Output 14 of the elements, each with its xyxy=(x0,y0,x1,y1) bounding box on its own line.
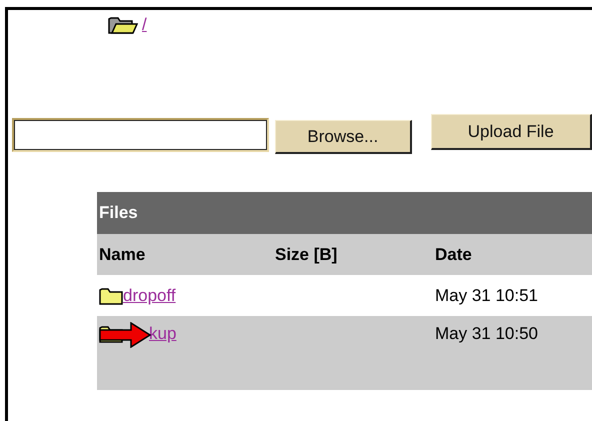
table-cell-text: May 31 10:51 xyxy=(435,286,540,306)
column-header: Size [B] xyxy=(275,244,338,264)
table-cell-text: May 31 10:50 xyxy=(435,324,540,344)
upload-file-button[interactable]: Upload File xyxy=(430,114,592,150)
column-header: Name xyxy=(98,244,146,264)
root-link[interactable]: / xyxy=(142,15,147,35)
file-path-field[interactable] xyxy=(12,118,270,152)
folder-link[interactable]: kup xyxy=(149,324,176,344)
folder-icon xyxy=(99,286,123,304)
open-folder-icon xyxy=(108,15,138,35)
column-header: Date xyxy=(435,244,473,264)
table-title: Files xyxy=(97,192,592,234)
folder-link[interactable]: dropoff xyxy=(123,286,176,306)
browse-button[interactable]: Browse... xyxy=(275,120,412,154)
